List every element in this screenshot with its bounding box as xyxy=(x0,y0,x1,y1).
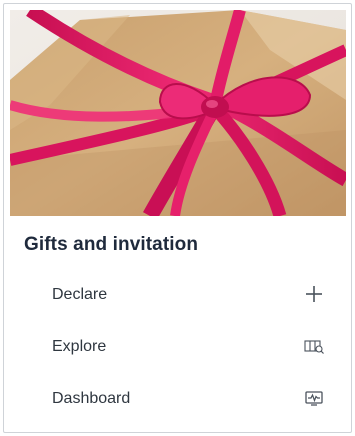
menu-item-label: Declare xyxy=(52,286,108,303)
menu-item-label: Dashboard xyxy=(52,390,131,407)
menu-item-label: Explore xyxy=(52,338,107,355)
menu-item-declare[interactable]: Declare xyxy=(4,274,351,318)
map-search-icon xyxy=(303,335,325,357)
card-title: Gifts and invitation xyxy=(24,234,199,255)
monitor-chart-icon xyxy=(303,387,325,409)
menu-item-dashboard[interactable]: Dashboard xyxy=(4,378,351,422)
gifts-card: Gifts and invitation Declare Explore Das… xyxy=(3,3,352,433)
gift-image xyxy=(10,10,346,216)
gift-photo xyxy=(10,10,346,216)
menu-item-explore[interactable]: Explore xyxy=(4,326,351,370)
plus-icon xyxy=(303,283,325,305)
